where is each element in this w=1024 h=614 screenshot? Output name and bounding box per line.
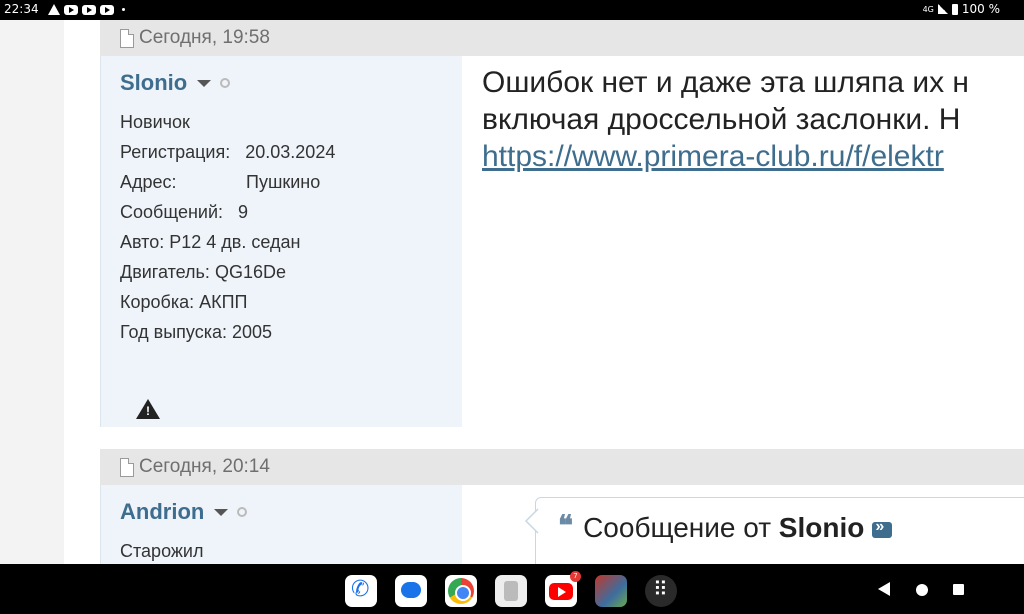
forum-post: Сегодня, 19:58 Slonio Новичок Регистраци… (100, 20, 1024, 427)
status-bar: 22:34 4G 100 % (0, 0, 1024, 20)
forum-post: Сегодня, 20:14 Andrion Старожил ❝ Сообще… (100, 449, 1024, 564)
post-body: Andrion Старожил ❝ Сообщение от Slonio (100, 485, 1024, 564)
gearbox-info: Коробка: АКПП (120, 292, 248, 312)
youtube-notification-icon (82, 4, 96, 15)
phone-app-icon[interactable] (345, 575, 377, 607)
network-type: 4G (922, 4, 934, 14)
youtube-notification-icon (64, 4, 78, 15)
post-date: Сегодня, 19:58 (139, 27, 270, 48)
user-rank: Новичок (120, 112, 190, 132)
post-icon (120, 457, 134, 477)
notification-badge: 7 (570, 571, 581, 582)
game-app-icon[interactable] (595, 575, 627, 607)
thread-content: Сегодня, 19:58 Slonio Новичок Регистраци… (64, 20, 1024, 564)
engine-info: Двигатель: QG16De (120, 262, 286, 282)
post-icon (120, 28, 134, 48)
post-text-line: Ошибок нет и даже эта шляпа их н (482, 66, 970, 99)
navigation-bar: 7 (0, 564, 1024, 614)
username-link[interactable]: Slonio (120, 70, 187, 96)
user-info-panel: Slonio Новичок Регистрация: 20.03.2024 А… (100, 56, 462, 427)
quote-author: Slonio (778, 512, 865, 543)
post-body: Slonio Новичок Регистрация: 20.03.2024 А… (100, 56, 1024, 427)
user-menu-dropdown-icon[interactable] (197, 79, 212, 87)
contacts-app-icon[interactable] (495, 575, 527, 607)
messages-app-icon[interactable] (395, 575, 427, 607)
taskbar-dock: 7 (345, 571, 677, 607)
report-warning-icon[interactable] (136, 399, 160, 419)
registration-info: Регистрация: 20.03.2024 (120, 142, 336, 162)
username-link[interactable]: Andrion (120, 499, 204, 525)
post-date: Сегодня, 20:14 (139, 456, 270, 477)
post-content: Ошибок нет и даже эта шляпа их н включая… (462, 56, 1024, 427)
post-content: ❝ Сообщение от Slonio (462, 485, 1024, 564)
app-drawer-icon[interactable] (645, 575, 677, 607)
car-info: Авто: P12 4 дв. седан (120, 232, 301, 252)
quote-block: ❝ Сообщение от Slonio (524, 497, 1024, 564)
user-menu-dropdown-icon[interactable] (214, 508, 229, 516)
more-notifications-dot (122, 8, 125, 11)
address-info: Адрес: Пушкино (120, 172, 321, 192)
offline-status-icon (237, 507, 248, 517)
quote-pointer (524, 508, 539, 534)
battery-icon (951, 3, 958, 15)
year-info: Год выпуска: 2005 (120, 322, 273, 342)
offline-status-icon (220, 78, 231, 88)
username-row: Slonio (120, 68, 462, 98)
youtube-app-icon[interactable]: 7 (545, 571, 581, 607)
notification-icons (48, 4, 125, 15)
signal-icon (937, 4, 948, 14)
forum-page[interactable]: Сегодня, 19:58 Slonio Новичок Регистраци… (0, 20, 1024, 564)
post-header: Сегодня, 19:58 (100, 20, 1024, 56)
username-row: Andrion (120, 497, 462, 527)
back-button[interactable] (878, 582, 890, 596)
home-button[interactable] (916, 584, 928, 596)
recents-button[interactable] (953, 584, 964, 595)
battery-level: 100 % (961, 2, 1000, 16)
user-rank: Старожил (120, 541, 204, 561)
post-link[interactable]: https://www.primera-club.ru/f/elektr (482, 138, 1024, 175)
clock: 22:34 (4, 2, 39, 16)
system-indicators: 4G 100 % (923, 2, 1000, 16)
posts-count-info: Сообщений: 9 (120, 202, 249, 222)
post-header: Сегодня, 20:14 (100, 449, 1024, 485)
youtube-notification-icon (100, 4, 114, 15)
post-text-line: включая дроссельной заслонки. Н (482, 103, 961, 136)
quote-icon: ❝ (558, 509, 574, 542)
user-info-panel: Andrion Старожил (100, 485, 462, 564)
warning-icon (48, 4, 60, 15)
chrome-app-icon[interactable] (445, 575, 477, 607)
quote-title: Сообщение от Slonio (583, 512, 865, 543)
jump-to-quoted-post-icon[interactable] (872, 518, 893, 538)
left-gutter (0, 20, 64, 564)
